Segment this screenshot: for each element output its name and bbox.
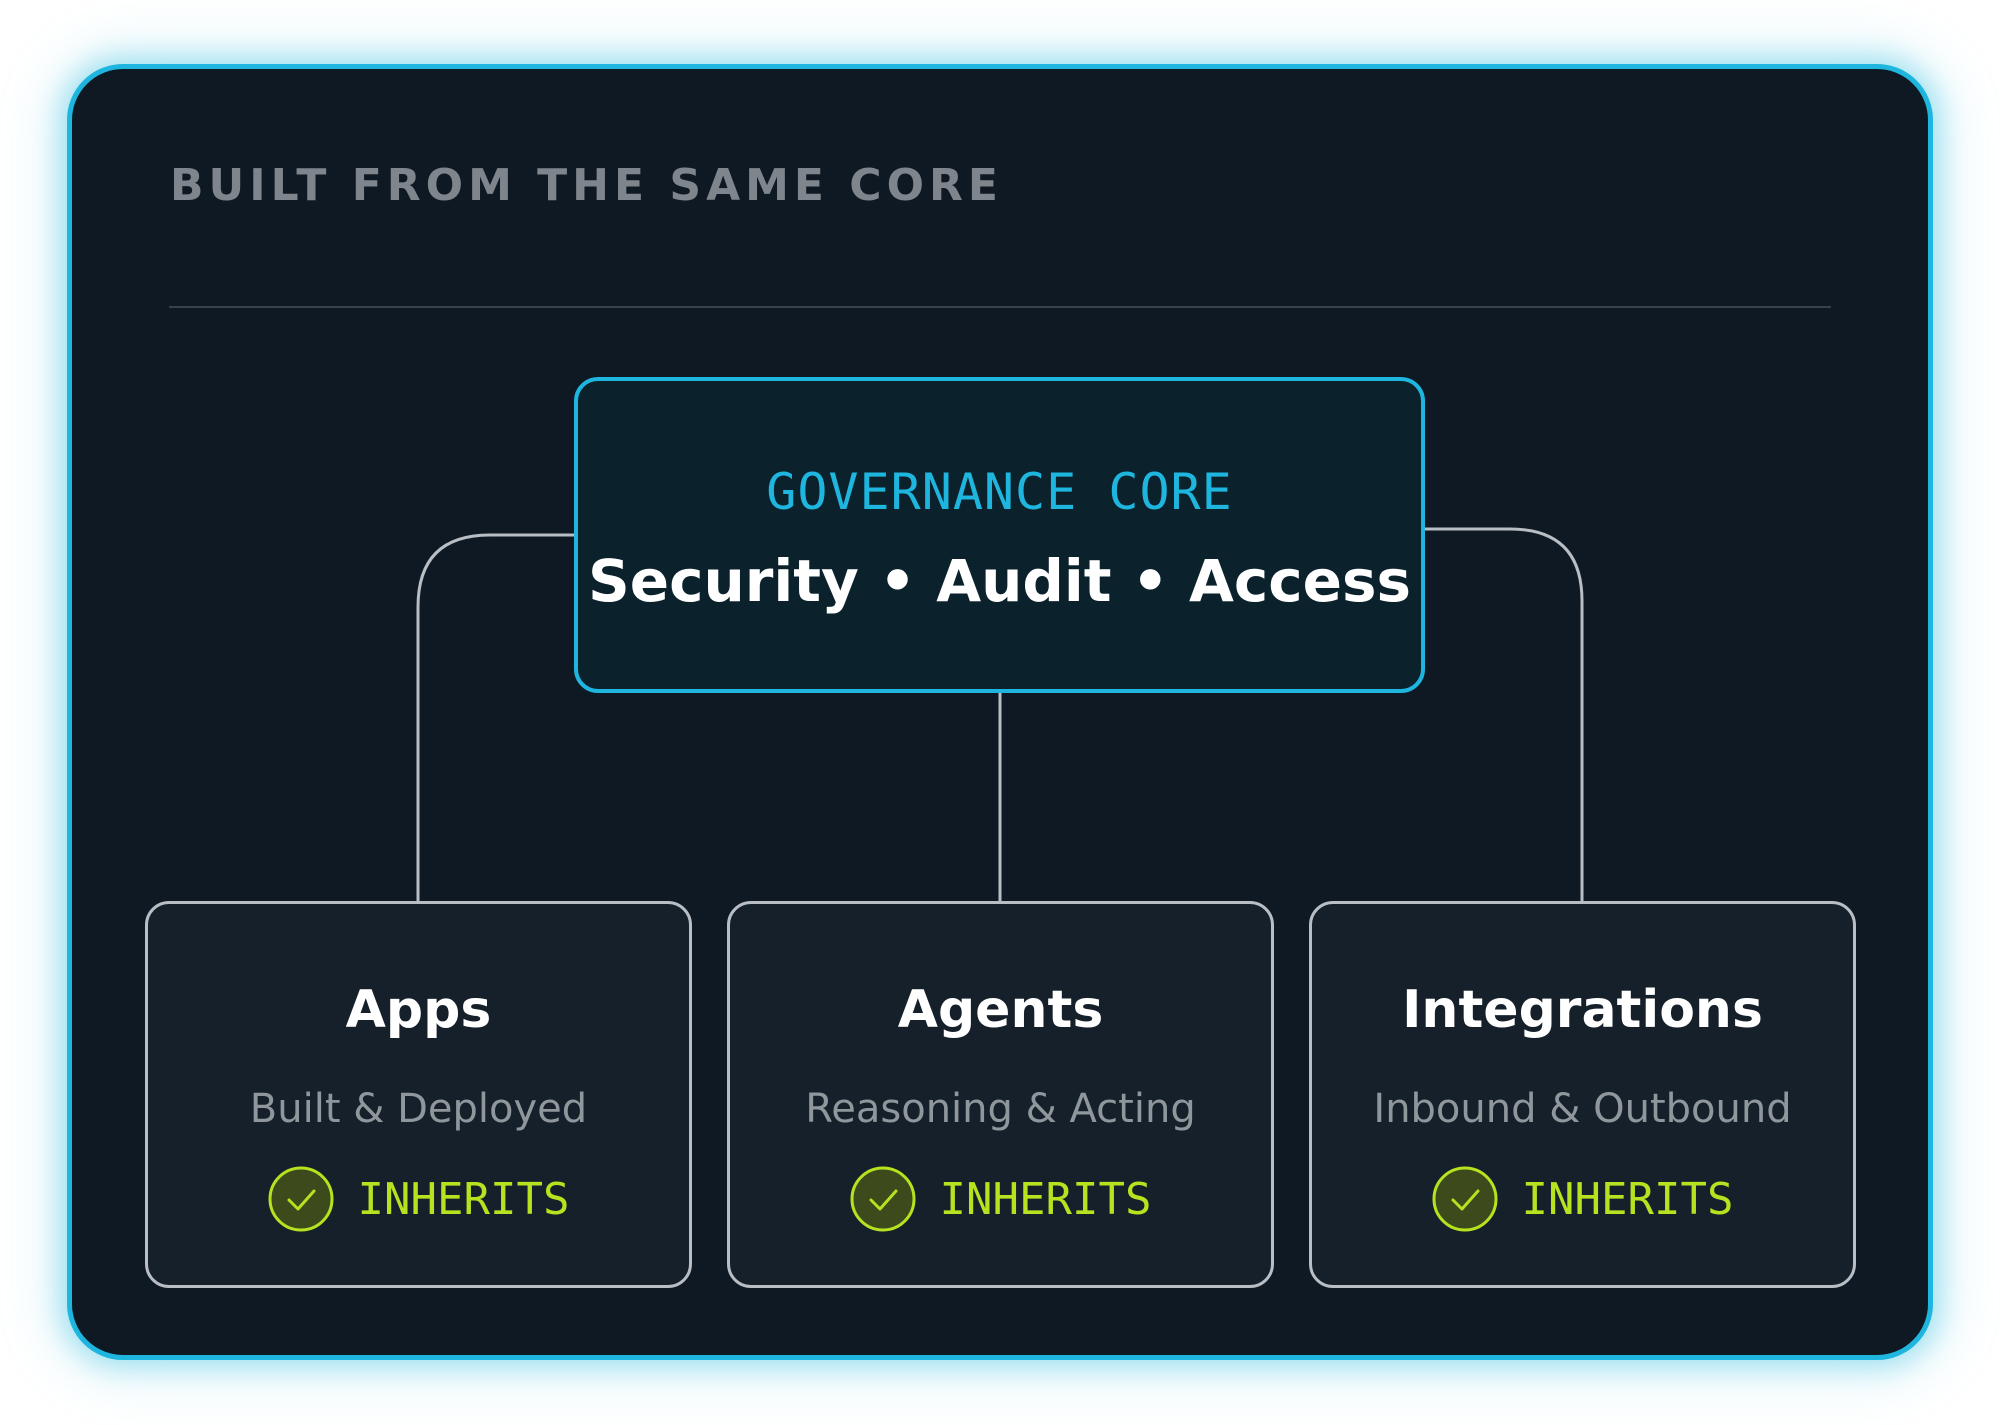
governance-core-box: GOVERNANCE CORE Security • Audit • Acces… [574,377,1425,693]
core-label: GOVERNANCE CORE [766,463,1233,521]
child-subtitle: Reasoning & Acting [805,1086,1196,1132]
child-title: Apps [345,980,492,1040]
status-row: INHERITS [1312,1165,1853,1233]
status-row: INHERITS [730,1165,1271,1233]
core-title: Security • Audit • Access [587,547,1412,615]
child-subtitle: Built & Deployed [249,1086,588,1132]
status-label: INHERITS [357,1173,570,1225]
status-row: INHERITS [148,1165,689,1233]
check-circle-icon [1432,1166,1498,1232]
child-box-apps: Apps Built & Deployed INHERITS [145,901,692,1288]
connector-right [1425,527,1584,901]
status-label: INHERITS [1521,1173,1734,1225]
child-box-integrations: Integrations Inbound & Outbound INHERITS [1309,901,1856,1288]
connector-left [416,533,574,901]
child-title: Agents [897,980,1104,1040]
child-title: Integrations [1402,980,1763,1040]
child-box-agents: Agents Reasoning & Acting INHERITS [727,901,1274,1288]
diagram-canvas: BUILT FROM THE SAME CORE GOVERNANCE CORE… [0,0,2000,1425]
check-circle-icon [268,1166,334,1232]
status-label: INHERITS [939,1173,1152,1225]
check-circle-icon [850,1166,916,1232]
child-subtitle: Inbound & Outbound [1373,1086,1792,1132]
